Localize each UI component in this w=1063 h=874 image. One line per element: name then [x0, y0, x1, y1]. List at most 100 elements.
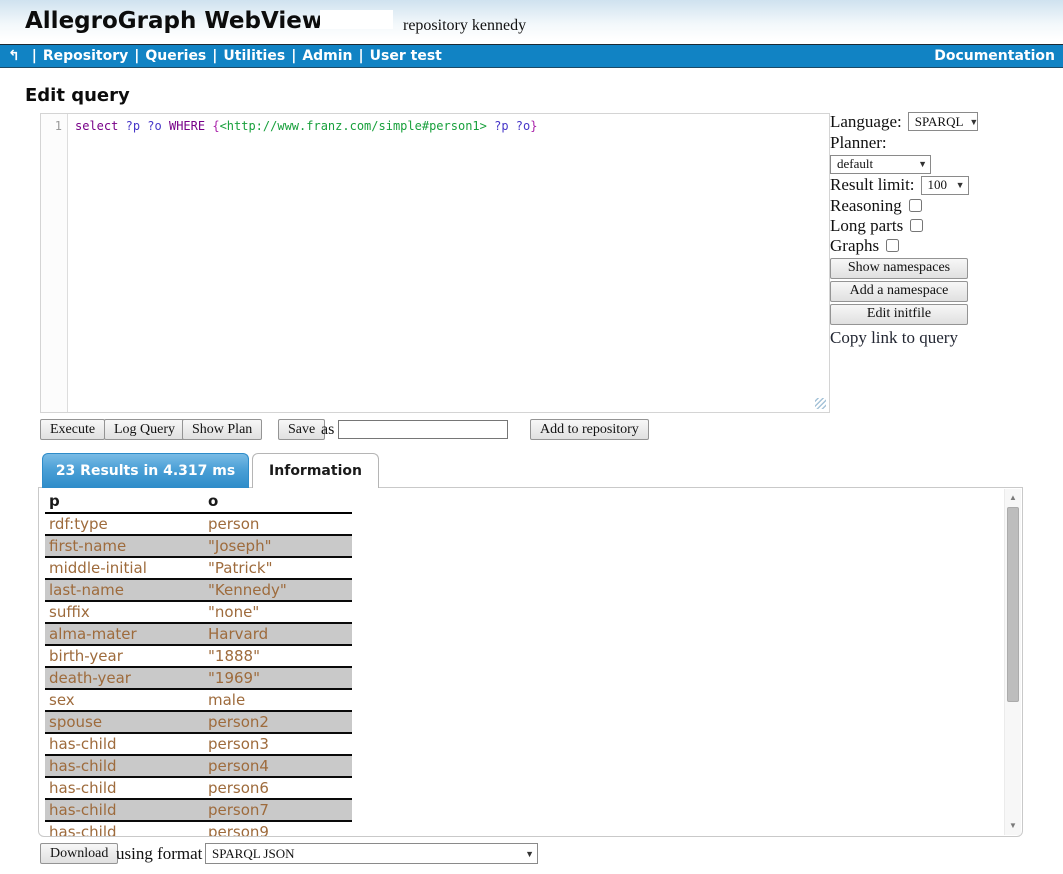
o-cell: "Joseph" — [208, 537, 352, 555]
result-row: death-year"1969" — [45, 668, 352, 690]
editor-resize-grip[interactable] — [815, 398, 826, 409]
o-cell: "Kennedy" — [208, 581, 352, 599]
nav-item-admin[interactable]: Admin — [302, 48, 352, 64]
back-icon[interactable]: ↰ — [8, 48, 20, 64]
result-limit-select[interactable]: 100 ▼ — [921, 176, 969, 195]
nav-separator: | — [291, 48, 296, 64]
o-cell: "none" — [208, 603, 352, 621]
o-cell: person3 — [208, 735, 352, 753]
column-header-o: o — [208, 492, 352, 510]
log-query-button[interactable]: Log Query — [104, 419, 185, 440]
scrollbar-down-icon[interactable]: ▼ — [1005, 818, 1021, 834]
save-button[interactable]: Save — [278, 419, 325, 440]
nav-item-utilities[interactable]: Utilities — [223, 48, 285, 64]
o-cell: male — [208, 691, 352, 709]
option-label-long-parts: Long parts — [830, 216, 903, 236]
results-panel: p o rdf:typepersonfirst-name"Joseph"midd… — [38, 487, 1023, 837]
language-select[interactable]: SPARQL ▼ — [908, 112, 978, 131]
format-value: SPARQL JSON — [212, 846, 295, 862]
results-table: p o rdf:typepersonfirst-name"Joseph"midd… — [45, 490, 352, 837]
scrollbar-thumb[interactable] — [1007, 507, 1019, 702]
option-row-graphs: Graphs — [830, 236, 1040, 256]
result-row: alma-materHarvard — [45, 624, 352, 646]
code-token-variable: ?o — [516, 119, 530, 133]
checkbox-graphs[interactable] — [886, 239, 899, 252]
code-token-variable: ?o — [147, 119, 161, 133]
code-token-bracket: } — [530, 119, 537, 133]
nav-item-queries[interactable]: Queries — [145, 48, 206, 64]
add-to-repository-button[interactable]: Add to repository — [530, 419, 649, 440]
o-cell: person4 — [208, 757, 352, 775]
query-editor[interactable]: 1 select ?p ?o WHERE {<http://www.franz.… — [40, 113, 830, 413]
button-show-namespaces[interactable]: Show namespaces — [830, 258, 968, 279]
result-row: suffix"none" — [45, 602, 352, 624]
p-cell: last-name — [45, 581, 208, 599]
code-token-plain — [162, 119, 169, 133]
format-select[interactable]: SPARQL JSON ▼ — [205, 843, 538, 864]
tab-information[interactable]: Information — [252, 453, 379, 488]
nav-separator: | — [212, 48, 217, 64]
nav-item-repository[interactable]: Repository — [43, 48, 128, 64]
p-cell: death-year — [45, 669, 208, 687]
execute-button[interactable]: Execute — [40, 419, 105, 440]
app-header: AllegroGraph WebView repository kennedy — [0, 0, 1063, 44]
planner-select[interactable]: default ▼ — [830, 155, 931, 174]
result-row: last-name"Kennedy" — [45, 580, 352, 602]
chevron-down-icon: ▼ — [525, 849, 534, 859]
chevron-down-icon: ▼ — [969, 117, 978, 127]
namespace-buttons: Show namespacesAdd a namespaceEdit initf… — [830, 258, 1040, 325]
button-edit-initfile[interactable]: Edit initfile — [830, 304, 968, 325]
nav-separator: | — [32, 48, 37, 64]
option-row-reasoning: Reasoning — [830, 196, 1040, 216]
option-checkboxes: ReasoningLong partsGraphs — [830, 196, 1040, 256]
p-cell: middle-initial — [45, 559, 208, 577]
o-cell: "1969" — [208, 669, 352, 687]
page-title: Edit query — [25, 85, 130, 106]
chevron-down-icon: ▼ — [956, 180, 965, 190]
code-token-plain — [509, 119, 516, 133]
language-label: Language: — [830, 112, 902, 132]
results-scrollbar[interactable]: ▲ ▼ — [1004, 489, 1021, 835]
nav-item-user-test[interactable]: User test — [370, 48, 442, 64]
main-nav: ↰ |Repository|Queries|Utilities|Admin|Us… — [0, 44, 1063, 68]
p-cell: has-child — [45, 779, 208, 797]
repository-label: repository kennedy — [403, 17, 526, 35]
result-row: rdf:typeperson — [45, 514, 352, 536]
p-cell: birth-year — [45, 647, 208, 665]
planner-label: Planner: — [830, 133, 887, 153]
o-cell: person6 — [208, 779, 352, 797]
o-cell: person2 — [208, 713, 352, 731]
checkbox-reasoning[interactable] — [909, 199, 922, 212]
download-button[interactable]: Download — [40, 843, 118, 864]
webview-page: AllegroGraph WebView repository kennedy … — [0, 0, 1063, 874]
result-row: birth-year"1888" — [45, 646, 352, 668]
p-cell: sex — [45, 691, 208, 709]
code-token-variable: ?p — [126, 119, 140, 133]
p-cell: first-name — [45, 537, 208, 555]
checkbox-long-parts[interactable] — [910, 219, 923, 232]
result-row: spouseperson2 — [45, 712, 352, 734]
app-title: AllegroGraph WebView — [25, 8, 323, 34]
nav-documentation-link[interactable]: Documentation — [934, 48, 1055, 64]
nav-separator: | — [134, 48, 139, 64]
query-code[interactable]: select ?p ?o WHERE {<http://www.franz.co… — [75, 119, 815, 133]
p-cell: has-child — [45, 735, 208, 753]
show-plan-button[interactable]: Show Plan — [182, 419, 262, 440]
result-limit-value: 100 — [928, 177, 948, 193]
option-label-reasoning: Reasoning — [830, 196, 902, 216]
result-row: has-childperson6 — [45, 778, 352, 800]
scrollbar-up-icon[interactable]: ▲ — [1005, 490, 1021, 506]
result-row: has-childperson7 — [45, 800, 352, 822]
o-cell: "1888" — [208, 647, 352, 665]
save-name-input[interactable] — [338, 420, 508, 439]
copy-link-to-query[interactable]: Copy link to query — [830, 328, 958, 348]
result-row: sexmale — [45, 690, 352, 712]
p-cell: alma-mater — [45, 625, 208, 643]
code-token-keyword: WHERE — [169, 119, 205, 133]
planner-value: default — [837, 156, 873, 172]
button-add-a-namespace[interactable]: Add a namespace — [830, 281, 968, 302]
tab-results[interactable]: 23 Results in 4.317 ms — [42, 453, 249, 488]
p-cell: suffix — [45, 603, 208, 621]
code-token-keyword: select — [75, 119, 118, 133]
option-label-graphs: Graphs — [830, 236, 879, 256]
